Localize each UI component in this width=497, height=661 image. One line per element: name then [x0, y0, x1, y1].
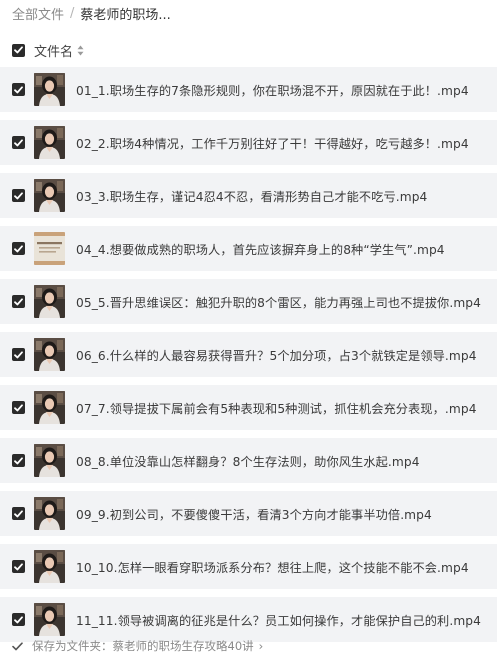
file-thumbnail [34, 444, 65, 477]
breadcrumb-root-link[interactable]: 全部文件 [12, 4, 64, 23]
file-row[interactable]: 05_5.晋升思维误区：触犯升职的8个雷区，能力再强上司也不提拔你.mp4 [0, 279, 497, 324]
file-row[interactable]: 08_8.单位没靠山怎样翻身？8个生存法则，助你风生水起.mp4 [0, 438, 497, 483]
breadcrumb-current: 蔡老师的职场... [80, 7, 171, 23]
check-icon [14, 456, 23, 464]
file-name[interactable]: 11_11.领导被调离的征兆是什么？员工如何操作，才能保护自己的利.mp4 [76, 611, 481, 629]
file-thumbnail [34, 497, 65, 530]
file-checkbox[interactable] [12, 401, 25, 414]
file-thumbnail [34, 285, 65, 318]
file-checkbox[interactable] [12, 83, 25, 96]
check-icon [14, 297, 23, 305]
file-name[interactable]: 10_10.怎样一眼看穿职场派系分布？想往上爬，这个技能不能不会.mp4 [76, 558, 469, 576]
save-as-folder-bar[interactable]: 保存为文件夹：蔡老师的职场生存攻略40讲 › [0, 634, 497, 658]
file-name[interactable]: 08_8.单位没靠山怎样翻身？8个生存法则，助你风生水起.mp4 [76, 452, 420, 470]
video-thumbnail-icon [34, 444, 65, 477]
check-icon [14, 403, 23, 411]
file-thumbnail [34, 603, 65, 636]
sort-icon[interactable] [77, 44, 85, 56]
file-row[interactable]: 06_6.什么样的人最容易获得晋升？5个加分项，占3个就铁定是领导.mp4 [0, 332, 497, 377]
breadcrumb-separator: / [70, 5, 75, 21]
file-checkbox[interactable] [12, 136, 25, 149]
file-thumbnail [34, 232, 65, 265]
check-icon [14, 244, 23, 252]
chevron-right-icon[interactable]: › [259, 639, 264, 653]
file-row[interactable]: 03_3.职场生存，谨记4忍4不忍，看清形势自己才能不吃亏.mp4 [0, 173, 497, 218]
select-all-checkbox[interactable] [12, 43, 25, 57]
file-name[interactable]: 07_7.领导提拔下属前会有5种表现和5种测试，抓住机会充分表现，.mp4 [76, 399, 477, 417]
file-checkbox[interactable] [12, 560, 25, 573]
file-name[interactable]: 05_5.晋升思维误区：触犯升职的8个雷区，能力再强上司也不提拔你.mp4 [76, 293, 481, 311]
file-name[interactable]: 04_4.想要做成熟的职场人，首先应该摒弃身上的8种“学生气”.mp4 [76, 240, 445, 258]
video-thumbnail-icon [34, 73, 65, 106]
file-name[interactable]: 06_6.什么样的人最容易获得晋升？5个加分项，占3个就铁定是领导.mp4 [76, 346, 477, 364]
check-icon [14, 191, 23, 199]
file-thumbnail [34, 126, 65, 159]
file-checkbox[interactable] [12, 295, 25, 308]
file-name[interactable]: 02_2.职场4种情况，工作千万别往好了干！干得越好，吃亏越多！.mp4 [76, 134, 469, 152]
video-thumbnail-icon [34, 179, 65, 212]
file-name[interactable]: 03_3.职场生存，谨记4忍4不忍，看清形势自己才能不吃亏.mp4 [76, 187, 427, 205]
file-list-header: 文件名 [0, 36, 497, 64]
file-thumbnail [34, 179, 65, 212]
video-thumbnail-icon [34, 550, 65, 583]
file-row[interactable]: 01_1.职场生存的7条隐形规则，你在职场混不开，原因就在于此！.mp4 [0, 67, 497, 112]
breadcrumb: 全部文件 / 蔡老师的职场... [0, 0, 497, 26]
check-icon [14, 350, 23, 358]
slide-thumbnail-icon [34, 232, 65, 265]
file-checkbox[interactable] [12, 507, 25, 520]
check-icon [14, 46, 23, 54]
file-checkbox[interactable] [12, 613, 25, 626]
file-list: 01_1.职场生存的7条隐形规则，你在职场混不开，原因就在于此！.mp4 02_… [0, 67, 497, 650]
video-thumbnail-icon [34, 126, 65, 159]
file-checkbox[interactable] [12, 189, 25, 202]
check-icon [14, 85, 23, 93]
file-thumbnail [34, 338, 65, 371]
check-icon [14, 509, 23, 517]
video-thumbnail-icon [34, 285, 65, 318]
file-checkbox[interactable] [12, 348, 25, 361]
file-thumbnail [34, 73, 65, 106]
video-thumbnail-icon [34, 391, 65, 424]
check-icon [14, 138, 23, 146]
save-check-icon [12, 641, 23, 651]
file-thumbnail [34, 391, 65, 424]
file-row[interactable]: 04_4.想要做成熟的职场人，首先应该摒弃身上的8种“学生气”.mp4 [0, 226, 497, 271]
save-as-folder-text[interactable]: 保存为文件夹：蔡老师的职场生存攻略40讲 [32, 638, 254, 654]
file-checkbox[interactable] [12, 454, 25, 467]
file-row[interactable]: 09_9.初到公司，不要傻傻干活，看清3个方向才能事半功倍.mp4 [0, 491, 497, 536]
video-thumbnail-icon [34, 603, 65, 636]
file-row[interactable]: 02_2.职场4种情况，工作千万别往好了干！干得越好，吃亏越多！.mp4 [0, 120, 497, 165]
file-row[interactable]: 07_7.领导提拔下属前会有5种表现和5种测试，抓住机会充分表现，.mp4 [0, 385, 497, 430]
file-checkbox[interactable] [12, 242, 25, 255]
column-header-filename[interactable]: 文件名 [34, 41, 73, 60]
file-row[interactable]: 10_10.怎样一眼看穿职场派系分布？想往上爬，这个技能不能不会.mp4 [0, 544, 497, 589]
check-icon [14, 615, 23, 623]
check-icon [14, 562, 23, 570]
file-name[interactable]: 01_1.职场生存的7条隐形规则，你在职场混不开，原因就在于此！.mp4 [76, 81, 469, 99]
file-name[interactable]: 09_9.初到公司，不要傻傻干活，看清3个方向才能事半功倍.mp4 [76, 505, 432, 523]
file-thumbnail [34, 550, 65, 583]
video-thumbnail-icon [34, 338, 65, 371]
video-thumbnail-icon [34, 497, 65, 530]
